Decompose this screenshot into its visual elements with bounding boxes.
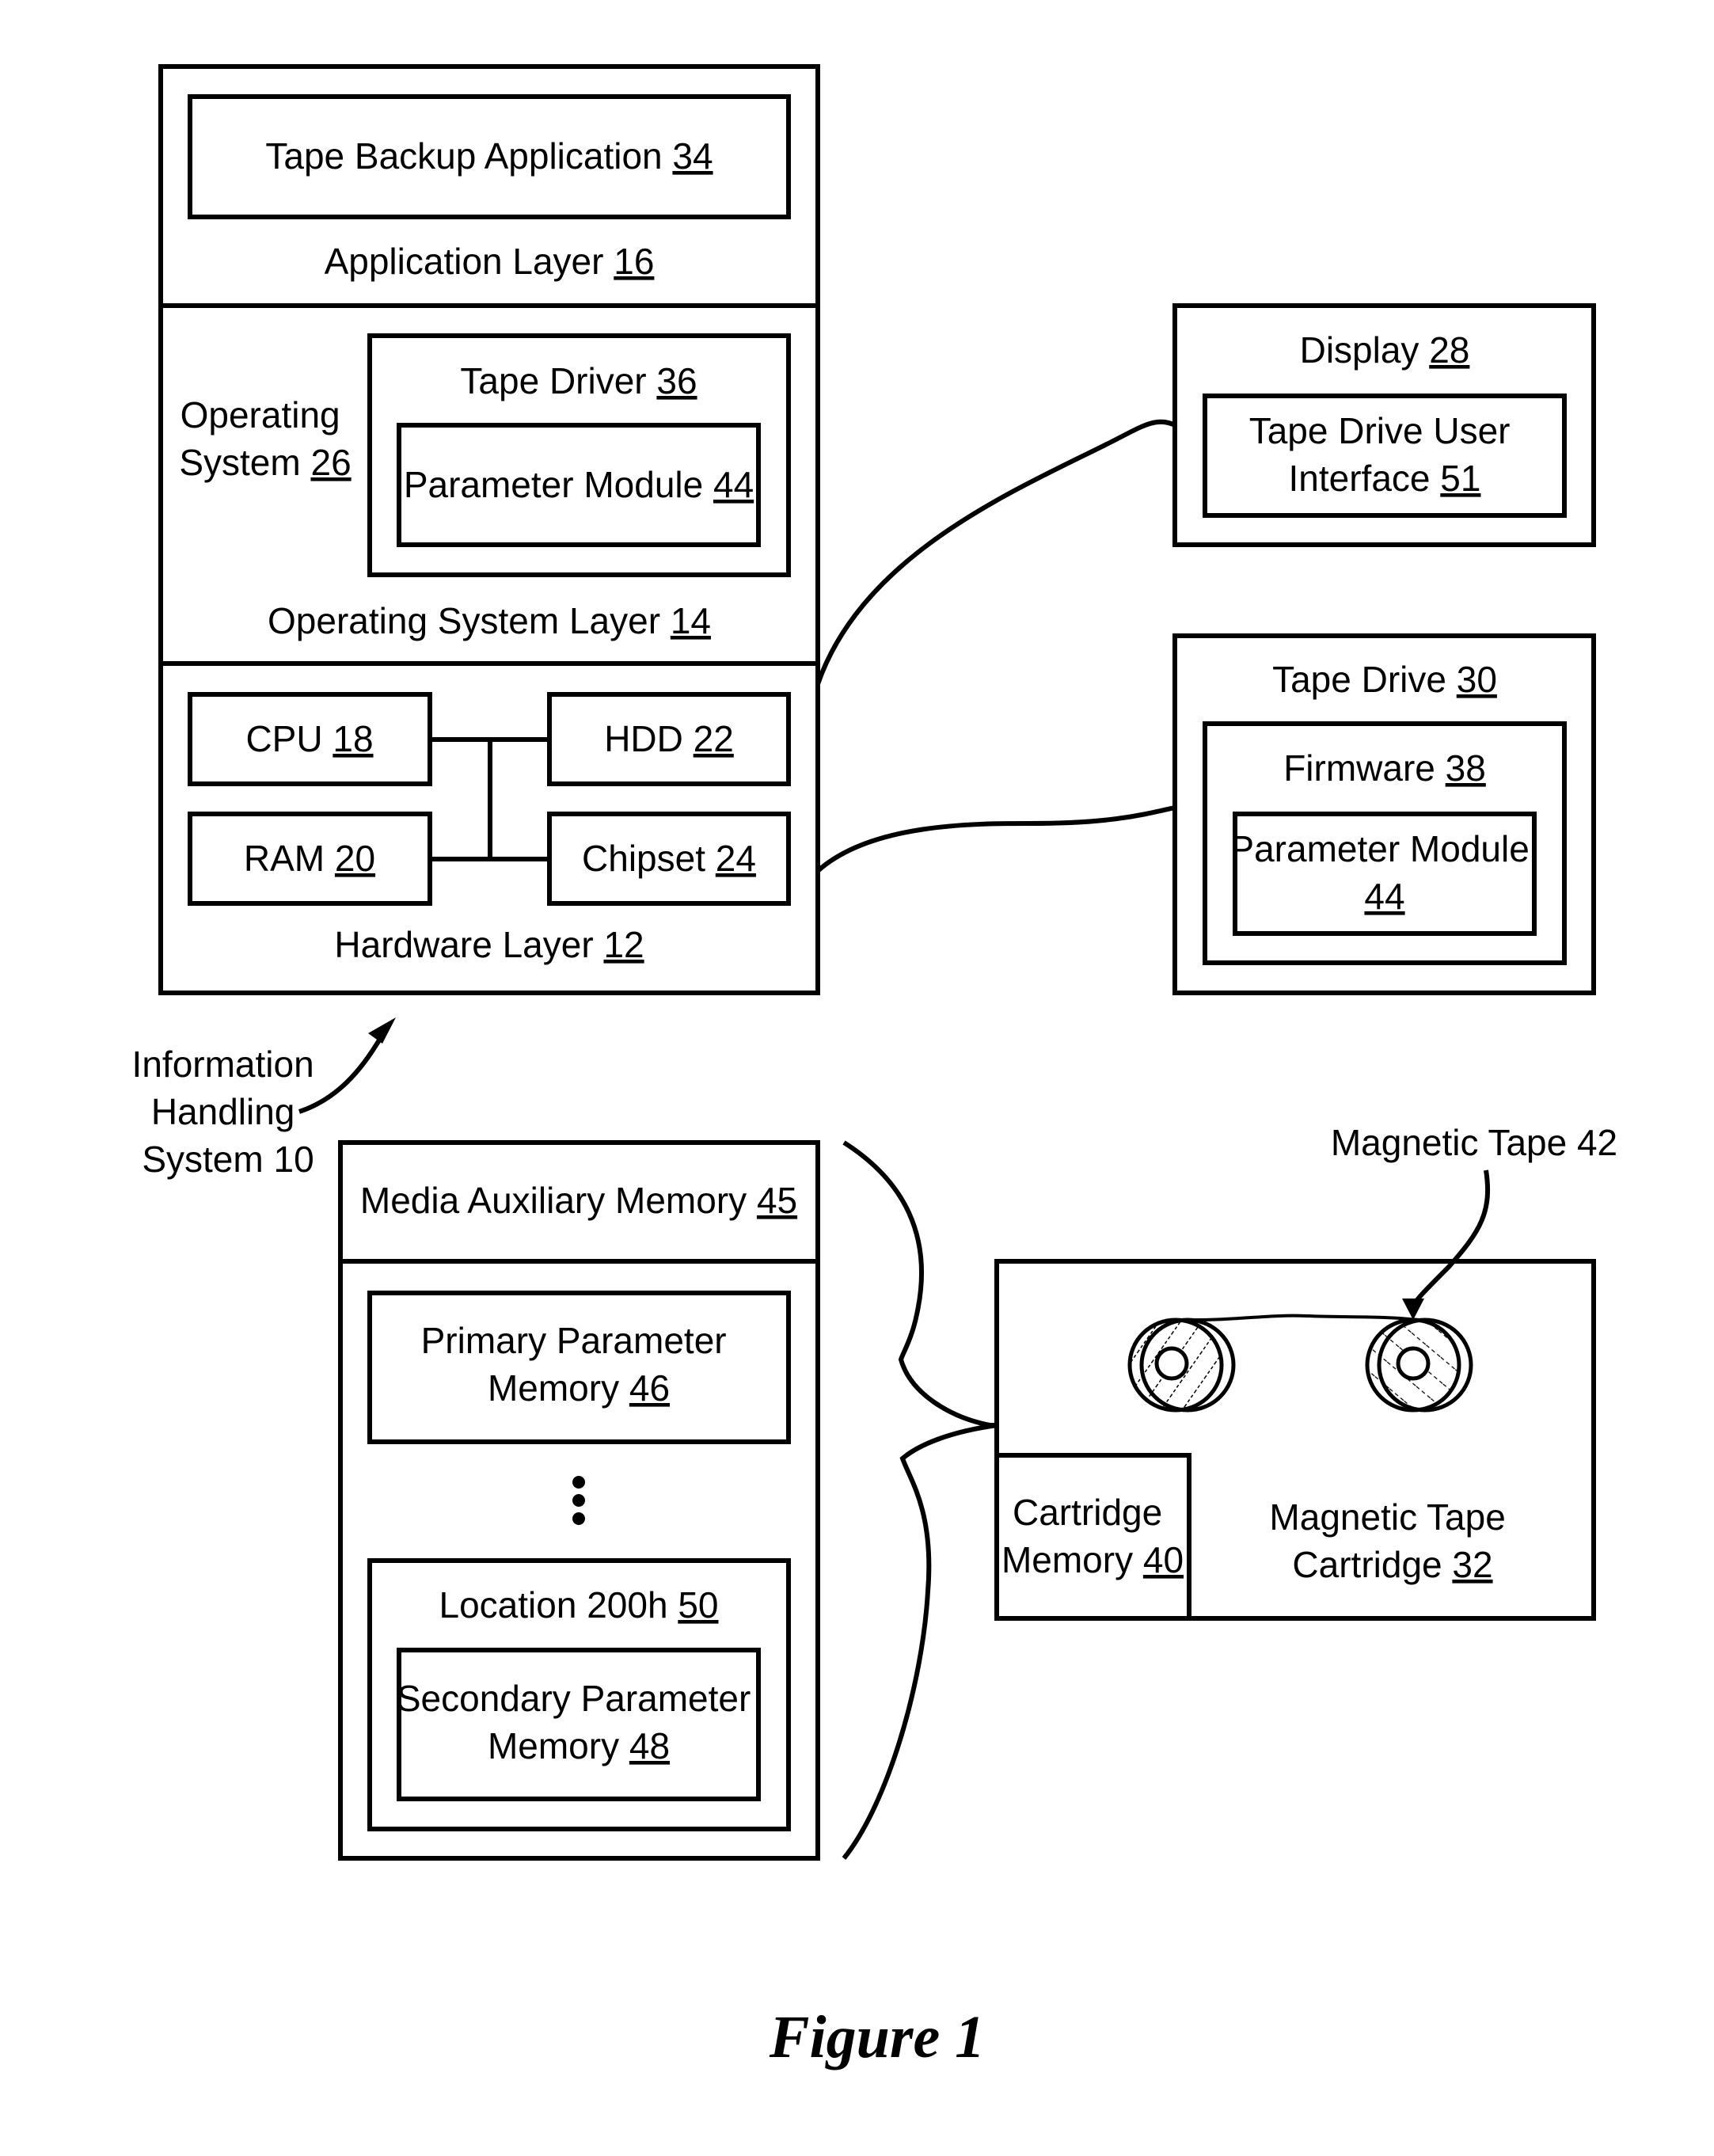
tape-drive-connector (816, 805, 1176, 873)
display: Display 28 Tape Drive User Interface 51 (1172, 303, 1596, 547)
tape-drive-label: Tape Drive 30 (1272, 659, 1497, 700)
vertical-ellipsis-icon (572, 1476, 585, 1525)
media-auxiliary-memory: Media Auxiliary Memory 45 Primary Parame… (338, 1140, 820, 1861)
tape-backup-application-label: Tape Backup Application 34 (265, 135, 713, 177)
application-layer-label: Application Layer 16 (325, 241, 655, 282)
hardware-layer-label: Hardware Layer 12 (334, 924, 644, 965)
figure-1-diagram: Tape Backup Application 34 Application L… (132, 64, 1617, 2070)
magnetic-tape-label: Magnetic Tape 42 (1331, 1122, 1617, 1163)
parameter-module-label: Parameter Module 44 (404, 464, 754, 505)
figure-caption: Figure 1 (769, 2004, 985, 2070)
brace-connector (842, 1140, 998, 1860)
ram-label: RAM 20 (244, 838, 375, 879)
display-connector (815, 419, 1176, 685)
hdd-label: HDD 22 (604, 718, 734, 759)
secondary-parameter-memory-box (397, 1648, 761, 1801)
callout-arrowhead-icon (368, 1017, 396, 1044)
take-up-reel-icon (1365, 1318, 1473, 1413)
chipset-label: Chipset 24 (582, 838, 756, 879)
tape-driver-label: Tape Driver 36 (460, 360, 697, 401)
information-handling-system: Tape Backup Application 34 Application L… (158, 64, 820, 995)
supply-reel-icon (1127, 1318, 1236, 1413)
magnetic-tape-cartridge: Cartridge Memory 40 Magnetic Tape Cartri… (994, 1259, 1596, 1621)
firmware-label: Firmware 38 (1283, 747, 1486, 789)
location-label: Location 200h 50 (439, 1584, 719, 1626)
operating-system-layer-label: Operating System Layer 14 (268, 600, 711, 641)
media-auxiliary-memory-label: Media Auxiliary Memory 45 (360, 1180, 797, 1221)
display-label: Display 28 (1300, 329, 1470, 371)
information-handling-system-label: Information Handling System 10 (132, 1044, 325, 1180)
cartridge-memory-box (994, 1453, 1191, 1621)
tape-drive: Tape Drive 30 Firmware 38 Parameter Modu… (1172, 633, 1596, 995)
cpu-label: CPU 18 (245, 718, 373, 759)
